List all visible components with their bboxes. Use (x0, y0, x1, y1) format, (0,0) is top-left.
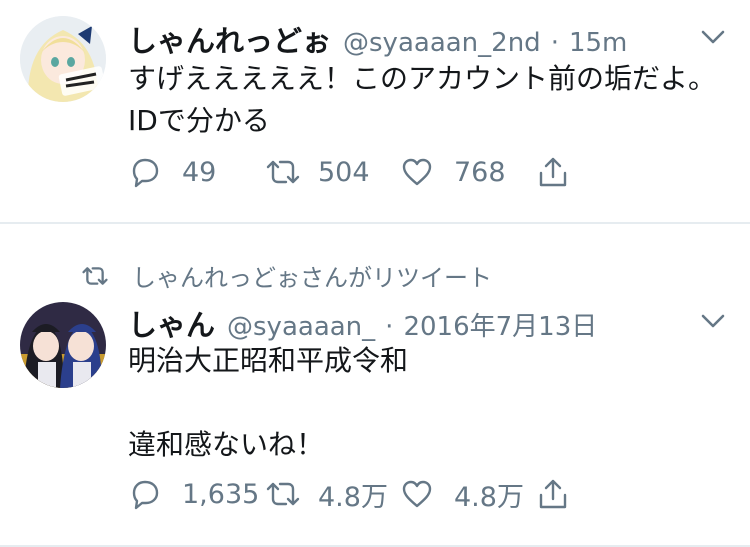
retweet-button[interactable]: 4.8万 (264, 475, 400, 514)
user-handle[interactable]: @syaaaan_ (227, 312, 375, 342)
chevron-down-icon[interactable] (700, 28, 726, 46)
tweet-actions: 1,635 4.8万 4.8万 (128, 474, 570, 514)
like-icon (402, 158, 432, 186)
reply-button[interactable]: 49 (128, 155, 264, 189)
like-count: 4.8万 (454, 481, 524, 513)
timestamp[interactable]: 2016年7月13日 (403, 306, 597, 343)
reply-icon (132, 158, 159, 188)
user-handle[interactable]: @syaaaan_2nd (343, 28, 541, 58)
tweet-1[interactable]: しゃんれっどぉ @syaaaan_2nd · 15m すげえええええ！このアカウ… (0, 0, 750, 222)
tweet-text: 明治大正昭和平成令和 違和感ないね！ (128, 344, 409, 461)
tweet-header: しゃんれっどぉ @syaaaan_2nd · 15m (128, 18, 627, 60)
retweet-button[interactable]: 504 (264, 155, 400, 189)
tweet-actions: 49 504 768 (128, 152, 570, 192)
avatar[interactable] (20, 16, 106, 102)
separator: · (385, 312, 394, 342)
tweet-header: しゃん @syaaaan_ · 2016年7月13日 (128, 302, 597, 344)
reply-button[interactable]: 1,635 (128, 477, 264, 511)
tweet-2[interactable]: しゃんれっどぉさんがリツイート しゃん @syaaaan_ · 2016年7月1… (0, 224, 750, 546)
like-button[interactable]: 4.8万 (400, 475, 536, 514)
retweet-count: 4.8万 (318, 481, 388, 513)
retweet-context-text[interactable]: しゃんれっどぉさんがリツイート (132, 258, 492, 293)
avatar[interactable] (20, 302, 106, 388)
chevron-down-icon[interactable] (700, 312, 726, 330)
share-icon (539, 157, 567, 187)
retweet-icon (266, 160, 300, 184)
reply-count: 49 (182, 156, 217, 188)
timestamp[interactable]: 15m (569, 28, 627, 58)
display-name[interactable]: しゃんれっどぉ (128, 18, 331, 60)
retweet-icon (266, 482, 300, 506)
like-icon (402, 480, 432, 508)
like-count: 768 (454, 156, 506, 188)
reply-count: 1,635 (182, 478, 260, 510)
reply-icon (132, 480, 159, 510)
like-button[interactable]: 768 (400, 155, 536, 189)
tweet-text: すげえええええ！このアカウント前の垢だよ。IDで分かる (128, 62, 717, 137)
separator: · (550, 28, 559, 58)
display-name[interactable]: しゃん (128, 302, 215, 344)
share-button[interactable] (536, 155, 570, 189)
retweet-context: しゃんれっどぉさんがリツイート (80, 258, 492, 293)
share-button[interactable] (536, 477, 570, 511)
retweet-count: 504 (318, 156, 370, 188)
retweet-context-icon (82, 266, 108, 285)
share-icon (539, 479, 567, 509)
